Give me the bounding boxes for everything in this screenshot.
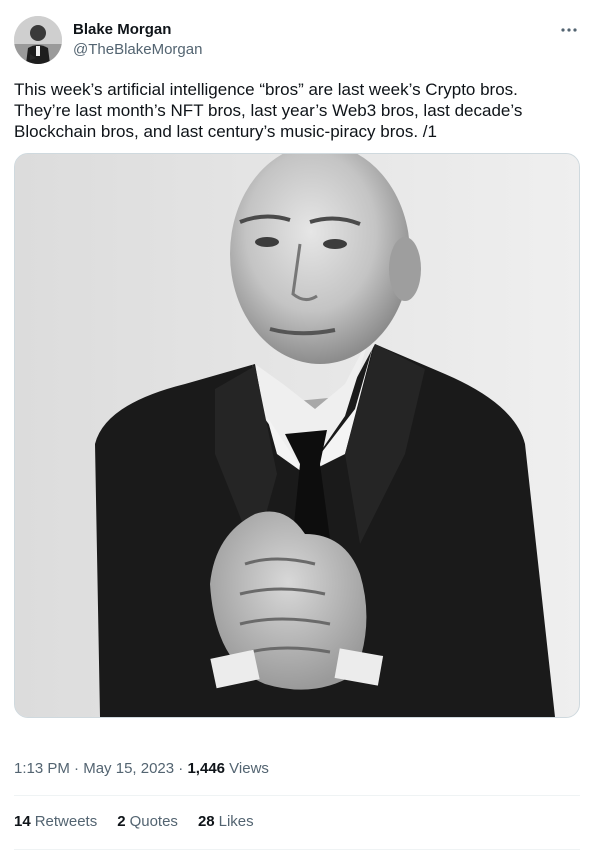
tweet-meta: 1:13 PM · May 15, 2023 · 1,446 Views	[14, 759, 269, 779]
quotes-stat[interactable]: 2 Quotes	[117, 812, 178, 832]
views-count: 1,446	[187, 760, 226, 777]
divider	[14, 795, 580, 796]
retweets-stat[interactable]: 14 Retweets	[14, 812, 97, 832]
meta-separator: ·	[69, 760, 84, 777]
likes-stat[interactable]: 28 Likes	[198, 812, 254, 832]
author-handle[interactable]: @TheBlakeMorgan	[73, 40, 202, 60]
avatar-photo	[14, 16, 62, 64]
divider	[14, 849, 580, 850]
engagement-stats: 14 Retweets 2 Quotes 28 Likes	[14, 812, 254, 832]
views-label: Views	[225, 760, 269, 777]
tweet-text: This week’s artificial intelligence “bro…	[14, 80, 523, 141]
tweet-photo[interactable]	[14, 153, 580, 718]
tweet: Blake Morgan @TheBlakeMorgan This week’s…	[0, 0, 595, 852]
quotes-label: Quotes	[129, 813, 178, 830]
retweets-label: Retweets	[34, 813, 98, 830]
author-name[interactable]: Blake Morgan	[73, 20, 171, 40]
tweet-date[interactable]: May 15, 2023	[83, 760, 174, 777]
likes-count: 28	[197, 813, 215, 830]
more-options-button[interactable]	[557, 18, 581, 42]
tweet-time[interactable]: 1:13 PM	[14, 760, 70, 777]
likes-label: Likes	[218, 813, 254, 830]
retweets-count: 14	[14, 813, 31, 830]
more-horizontal-icon	[561, 28, 577, 32]
meta-separator: ·	[174, 760, 188, 777]
avatar[interactable]	[14, 16, 62, 64]
quotes-count: 2	[117, 813, 126, 830]
portrait-image	[15, 154, 579, 717]
